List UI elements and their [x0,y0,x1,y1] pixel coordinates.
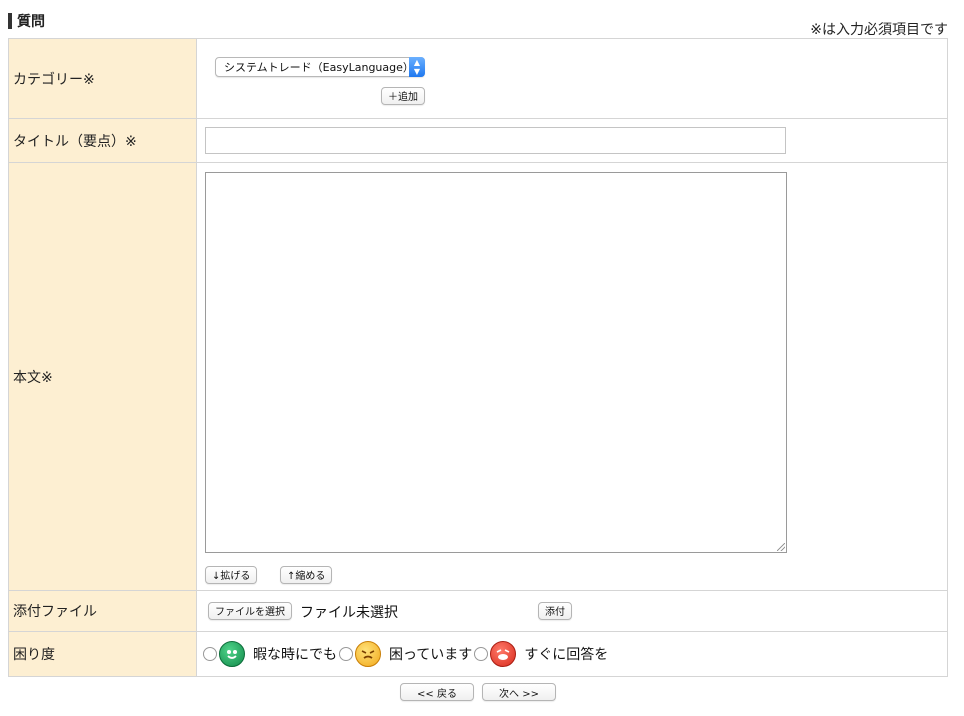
back-button[interactable]: << 戻る [400,683,474,701]
section-title: 質問 [8,11,45,31]
file-status: ファイル未選択 [300,604,398,621]
urgency-radio-low[interactable] [203,647,217,661]
urgency-label-low: 暇な時にでも [253,647,337,663]
urgency-label-high: すぐに回答を [524,647,609,663]
body-row: 本文※ ↓拡げる ↑縮める [8,162,948,591]
add-category-button[interactable]: ＋追加 [381,86,425,105]
section-title-bar [8,13,12,29]
attach-button[interactable]: 添付 [538,601,572,620]
red-urgent-icon [490,641,517,667]
urgency-label: 困り度 [8,631,197,677]
shrink-button[interactable]: ↑縮める [280,565,333,584]
category-field: システムトレード（EasyLanguage） ▲ ▼ ＋追加 [196,38,948,119]
attachment-row: 添付ファイル ファイルを選択 ファイル未選択 添付 [8,590,948,632]
select-arrows-icon: ▲ ▼ [409,56,425,77]
title-row: タイトル（要点）※ [8,118,948,163]
title-field [196,118,948,163]
body-textarea[interactable] [205,171,787,553]
green-smiley-icon [219,641,245,667]
title-label: タイトル（要点）※ [8,118,197,163]
category-label: カテゴリー※ [8,38,197,119]
yellow-troubled-icon [355,641,381,667]
question-form: カテゴリー※ システムトレード（EasyLanguage） ▲ ▼ ＋追加 タイト… [8,38,948,677]
category-selected-value: システムトレード（EasyLanguage） [224,60,414,74]
urgency-radio-high[interactable] [474,647,489,661]
choose-file-button[interactable]: ファイルを選択 [208,601,292,620]
expand-button[interactable]: ↓拡げる [205,565,258,584]
category-row: カテゴリー※ システムトレード（EasyLanguage） ▲ ▼ ＋追加 [8,38,948,119]
resize-grip-icon[interactable] [777,542,785,551]
section-title-text: 質問 [17,14,45,30]
attachment-field: ファイルを選択 ファイル未選択 添付 [196,590,948,632]
body-field: ↓拡げる ↑縮める [196,162,948,591]
next-button[interactable]: 次へ >> [482,683,556,701]
urgency-field: 暇な時にでも 困っています すぐに回答を [196,631,948,677]
category-select[interactable]: システムトレード（EasyLanguage） ▲ ▼ [215,56,425,77]
title-input[interactable] [205,127,786,154]
body-label: 本文※ [8,162,197,591]
navigation-buttons: << 戻る 次へ >> [400,683,556,701]
urgency-row: 困り度 暇な時にでも 困っています すぐに回答を [8,631,948,677]
urgency-radio-medium[interactable] [339,647,353,661]
required-note: ※は入力必須項目です [810,22,948,38]
attachment-label: 添付ファイル [8,590,197,632]
urgency-label-medium: 困っています [389,647,473,663]
